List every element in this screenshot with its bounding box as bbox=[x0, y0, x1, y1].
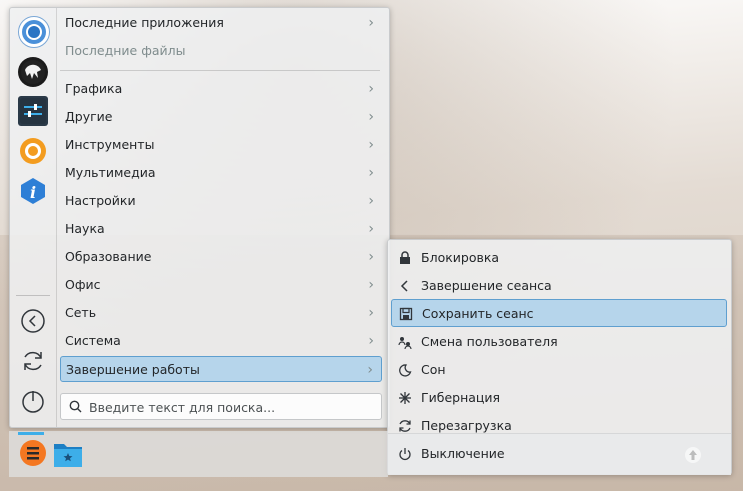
settings-sliders-icon[interactable] bbox=[18, 96, 48, 126]
lock-icon bbox=[400, 251, 410, 264]
submenu-item-shutdown[interactable]: Выключение bbox=[391, 440, 727, 468]
application-menu: i Последние приложения › Последние файлы … bbox=[9, 7, 390, 428]
chevron-right-icon: › bbox=[368, 333, 374, 349]
chevron-right-icon: › bbox=[368, 249, 374, 265]
category-label: Завершение работы bbox=[66, 362, 200, 377]
switch-user-icon bbox=[398, 337, 412, 349]
chevron-right-icon: › bbox=[368, 277, 374, 293]
category-system[interactable]: Система › bbox=[60, 328, 382, 354]
category-label: Система bbox=[65, 333, 121, 348]
submenu-item-switch-user[interactable]: Смена пользователя bbox=[391, 328, 727, 356]
shutdown-icon bbox=[399, 448, 411, 461]
submenu-item-label: Блокировка bbox=[421, 250, 500, 265]
category-settings[interactable]: Настройки › bbox=[60, 188, 382, 214]
file-manager-icon[interactable] bbox=[53, 440, 83, 471]
sleep-icon bbox=[399, 364, 412, 377]
logout-arrow-icon bbox=[400, 280, 408, 292]
update-notifier-icon[interactable] bbox=[684, 446, 702, 467]
submenu-item-label: Сон bbox=[421, 362, 446, 377]
search-input[interactable] bbox=[87, 397, 376, 418]
category-network[interactable]: Сеть › bbox=[60, 300, 382, 326]
chevron-right-icon: › bbox=[368, 165, 374, 181]
refresh-icon[interactable] bbox=[19, 347, 47, 375]
submenu-item-sleep[interactable]: Сон bbox=[391, 356, 727, 384]
submenu-item-reboot[interactable]: Перезагрузка bbox=[391, 412, 727, 440]
category-label: Мультимедиа bbox=[65, 165, 156, 180]
favorites-strip: i bbox=[10, 8, 57, 427]
favorites-separator bbox=[16, 295, 50, 296]
chevron-right-icon: › bbox=[368, 81, 374, 97]
category-education[interactable]: Образование › bbox=[60, 244, 382, 270]
submenu-item-label: Перезагрузка bbox=[421, 418, 512, 433]
category-label: Последние приложения bbox=[65, 15, 224, 30]
category-label: Сеть bbox=[65, 305, 97, 320]
submenu-item-hibernate[interactable]: Гибернация bbox=[391, 384, 727, 412]
submenu-item-label: Сохранить сеанс bbox=[422, 306, 534, 321]
application-launcher-icon[interactable] bbox=[18, 438, 48, 468]
chevron-right-icon: › bbox=[368, 305, 374, 321]
chevron-right-icon: › bbox=[368, 109, 374, 125]
search-icon bbox=[69, 400, 82, 416]
chevron-right-icon: › bbox=[368, 137, 374, 153]
category-label: Образование bbox=[65, 249, 152, 264]
power-icon[interactable] bbox=[19, 387, 47, 415]
category-science[interactable]: Наука › bbox=[60, 216, 382, 242]
save-icon bbox=[399, 307, 413, 321]
chevron-right-icon: › bbox=[367, 362, 373, 378]
category-other[interactable]: Другие › bbox=[60, 104, 382, 130]
category-label: Наука bbox=[65, 221, 105, 236]
reboot-icon bbox=[399, 420, 411, 432]
category-graphics[interactable]: Графика › bbox=[60, 76, 382, 102]
category-recent-files: Последние файлы bbox=[60, 38, 382, 64]
category-label: Графика bbox=[65, 81, 123, 96]
submenu-item-label: Выключение bbox=[421, 446, 505, 461]
launcher-active-indicator bbox=[18, 432, 44, 435]
category-office[interactable]: Офис › bbox=[60, 272, 382, 298]
category-label: Последние файлы bbox=[65, 43, 186, 58]
search-box bbox=[60, 393, 382, 420]
category-label: Другие bbox=[65, 109, 113, 124]
submenu-item-lock[interactable]: Блокировка bbox=[391, 244, 727, 272]
category-multimedia[interactable]: Мультимедиа › bbox=[60, 160, 382, 186]
submenu-item-label: Гибернация bbox=[421, 390, 501, 405]
software-center-icon[interactable] bbox=[18, 136, 48, 166]
category-tools[interactable]: Инструменты › bbox=[60, 132, 382, 158]
svg-text:i: i bbox=[30, 183, 36, 202]
category-separator bbox=[60, 70, 380, 71]
submenu-item-logout[interactable]: Завершение сеанса bbox=[391, 272, 727, 300]
shutdown-submenu: Блокировка Завершение сеанса Сохранить с… bbox=[387, 239, 732, 475]
category-shutdown[interactable]: Завершение работы › bbox=[60, 356, 382, 382]
back-icon[interactable] bbox=[19, 307, 47, 335]
category-label: Инструменты bbox=[65, 137, 155, 152]
info-center-icon[interactable]: i bbox=[18, 176, 48, 206]
chevron-right-icon: › bbox=[368, 193, 374, 209]
category-label: Офис bbox=[65, 277, 101, 292]
chromium-icon[interactable] bbox=[18, 16, 50, 48]
chevron-right-icon: › bbox=[368, 15, 374, 31]
submenu-item-save-session[interactable]: Сохранить сеанс bbox=[391, 299, 727, 327]
inkscape-icon[interactable] bbox=[18, 57, 48, 87]
category-recent-apps[interactable]: Последние приложения › bbox=[60, 10, 382, 36]
chevron-right-icon: › bbox=[368, 221, 374, 237]
hibernate-icon bbox=[399, 392, 411, 404]
category-label: Настройки bbox=[65, 193, 136, 208]
submenu-item-label: Завершение сеанса bbox=[421, 278, 552, 293]
submenu-item-label: Смена пользователя bbox=[421, 334, 558, 349]
